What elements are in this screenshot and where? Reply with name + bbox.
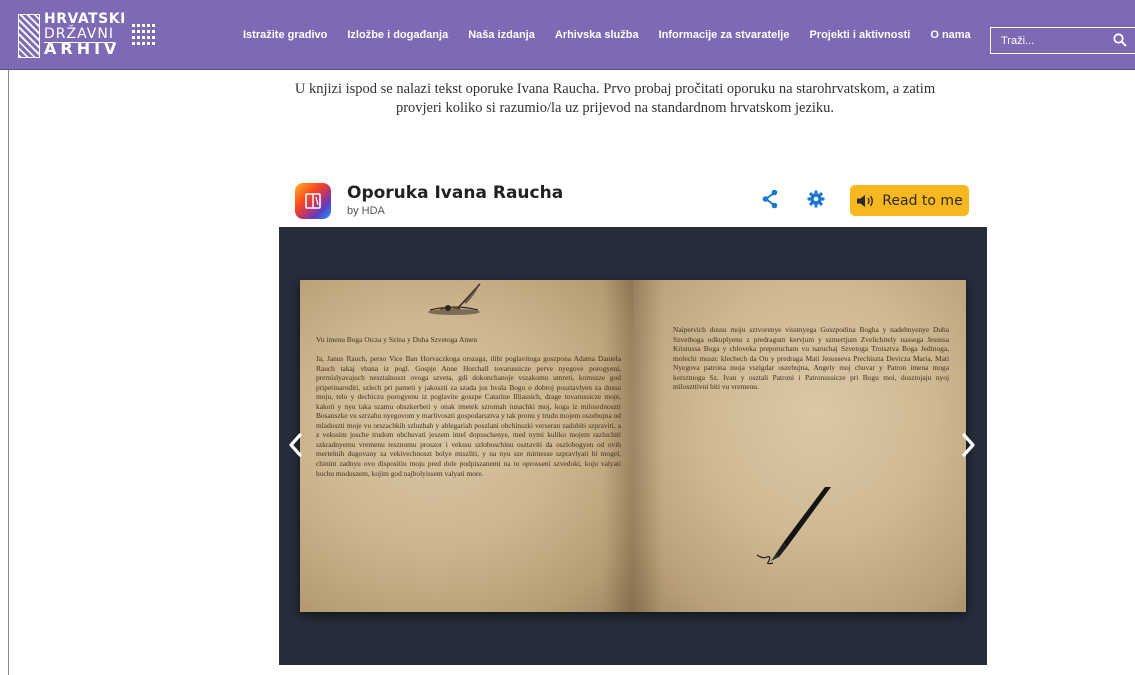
open-book: Vu imenu Boga Otcza y Szina y Duha Szvet… (300, 280, 966, 612)
book-widget-header: Oporuka Ivana Raucha by HDA Read to me (279, 178, 987, 226)
nav-item-arhivska-sluzba[interactable]: Arhivska služba (555, 29, 639, 41)
right-page-text: Naipervich dussu moju sztvorenye visstny… (673, 325, 949, 392)
speaker-icon (857, 194, 874, 207)
crest-icon (18, 14, 40, 58)
main-nav: Istražite gradivo Izložbe i događanja Na… (243, 0, 991, 70)
gear-icon[interactable] (807, 190, 825, 208)
share-icon[interactable] (761, 189, 779, 209)
intro-line-2: provjeri koliko si razumio/la uz prijevo… (395, 100, 835, 116)
search-icon[interactable] (1113, 33, 1127, 47)
nav-item-istrazite-gradivo[interactable]: Istražite gradivo (243, 29, 327, 41)
hda-logo[interactable]: HRVATSKI DRŽAVNI ARHIV (18, 12, 125, 60)
logo-line-3: ARHIV (44, 39, 121, 58)
book-author: by HDA (347, 205, 385, 217)
book-creator-app-icon (295, 183, 331, 219)
nav-item-nasa-izdanja[interactable]: Naša izdanja (468, 29, 535, 41)
book-page-right: Naipervich dussu moju sztvorenye visstny… (633, 280, 966, 612)
nav-item-o-nama[interactable]: O nama (930, 29, 970, 41)
chevron-right-icon[interactable] (962, 433, 976, 457)
read-to-me-button[interactable]: Read to me (850, 185, 969, 216)
intro-text: U knjizi ispod se nalazi tekst oporuke I… (200, 80, 1030, 118)
intro-line-1: U knjizi ispod se nalazi tekst oporuke I… (294, 81, 936, 97)
left-page-heading: Vu imenu Boga Otcza y Szina y Duha Szvet… (316, 335, 478, 344)
top-navigation-bar: HRVATSKI DRŽAVNI ARHIV Istražite gradivo… (0, 0, 1135, 70)
nav-item-informacije[interactable]: Informacije za stvaratelje (659, 29, 790, 41)
inkpot-quill-icon (428, 283, 481, 315)
book-title: Oporuka Ivana Raucha (347, 183, 564, 203)
book-page-left: Vu imenu Boga Otcza y Szina y Duha Szvet… (300, 280, 633, 612)
page-left-border (8, 70, 9, 675)
book-icon (305, 193, 321, 209)
fountain-pen-icon (756, 487, 831, 565)
search-box (990, 27, 1135, 54)
read-to-me-label: Read to me (882, 192, 963, 209)
book-viewer: Vu imenu Boga Otcza y Szina y Duha Szvet… (279, 227, 987, 665)
nav-item-izlozbe[interactable]: Izložbe i događanja (347, 29, 448, 41)
grid-menu-icon[interactable] (132, 24, 156, 46)
search-input[interactable] (991, 34, 1101, 47)
left-page-text: Ja, Janus Rauch, perso Vice Ban Horvaczk… (316, 354, 621, 478)
nav-item-projekti[interactable]: Projekti i aktivnosti (809, 29, 910, 41)
chevron-left-icon[interactable] (288, 433, 302, 457)
logo-line-1: HRVATSKI (44, 11, 126, 27)
